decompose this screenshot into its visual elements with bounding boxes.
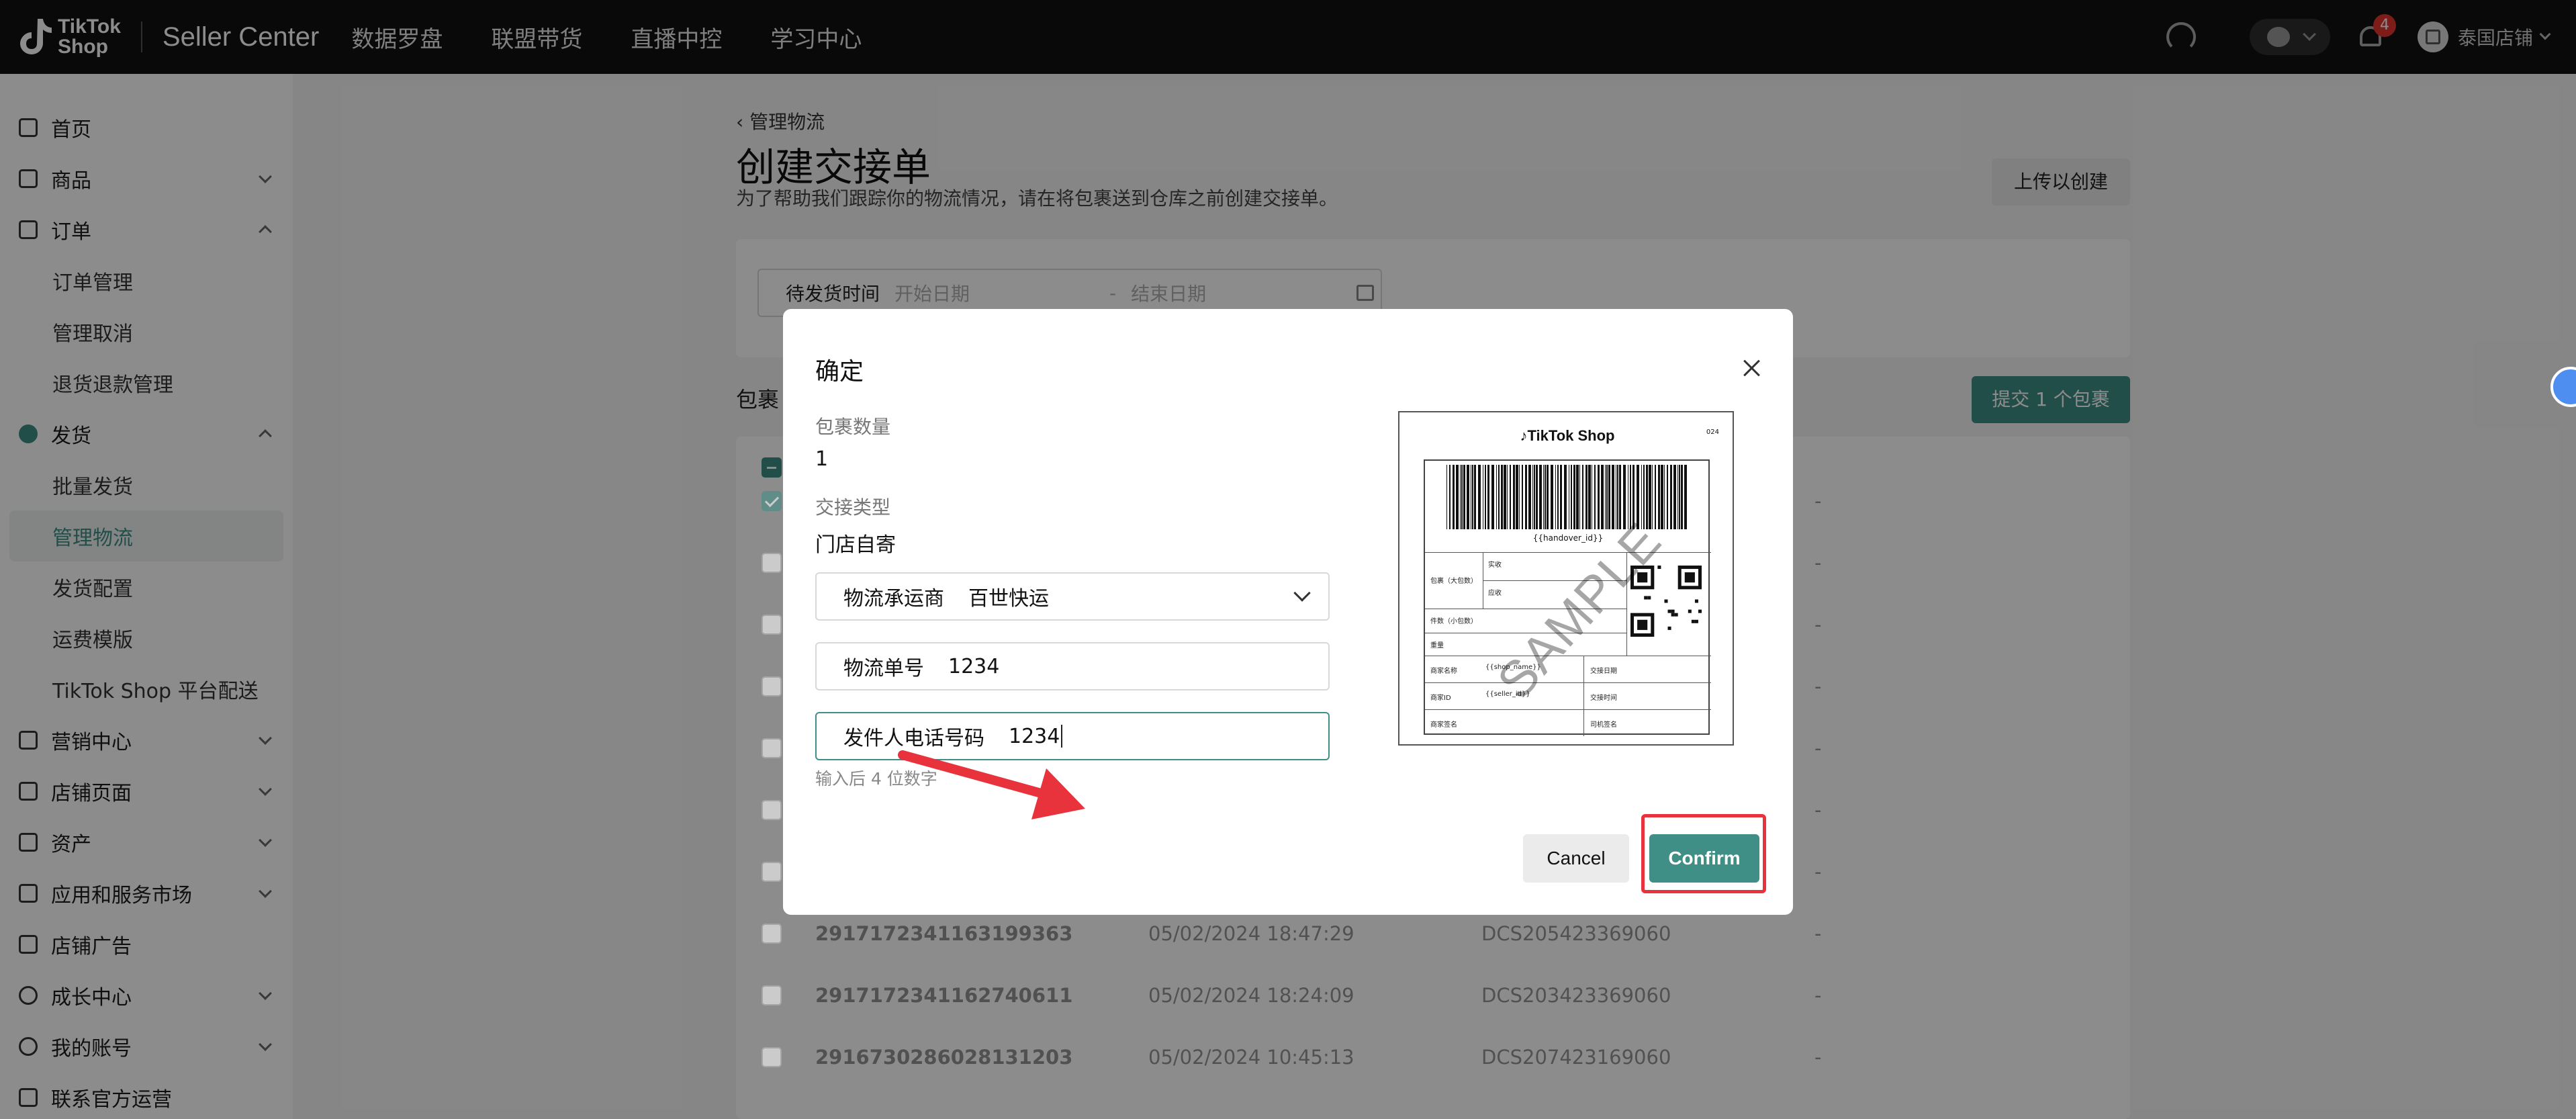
extra-info: - xyxy=(1814,922,1822,945)
sender-phone-label: 发件人电话号码 xyxy=(843,727,984,750)
row-checkbox[interactable] xyxy=(762,738,782,758)
sender-phone-value: 1234 xyxy=(1009,724,1060,748)
carrier-label: 物流承运商 xyxy=(843,587,944,611)
phone-hint: 输入后 4 位数字 xyxy=(815,769,937,789)
carrier-value: 百世快运 xyxy=(968,587,1049,611)
extra-info: - xyxy=(1814,490,1822,512)
table-row[interactable]: 2916730286028131203 05/02/2024 10:45:13 DC… xyxy=(736,1026,2130,1088)
row-checkbox[interactable] xyxy=(762,800,782,820)
confirm-button[interactable]: Confirm xyxy=(1649,834,1759,883)
package-id: 2917172341163199363 xyxy=(815,922,1073,945)
close-icon[interactable] xyxy=(1741,357,1762,379)
row-checkbox[interactable] xyxy=(762,985,782,1005)
tracking-number: DCS203423369060 xyxy=(1481,984,1671,1007)
annotation-arrow xyxy=(898,750,1085,819)
confirm-handover-dialog: 确定 包裹数量 1 交接类型 门店自寄 物流承运商 百世快运 物流单号 1234… xyxy=(783,309,1793,915)
extra-info: - xyxy=(1814,799,1822,821)
row-checkbox[interactable] xyxy=(762,676,782,697)
row-checkbox[interactable] xyxy=(762,553,782,573)
text-caret xyxy=(1061,725,1063,748)
package-count-label: 包裹数量 xyxy=(815,416,891,438)
barcode-bar xyxy=(1446,465,1447,529)
extra-info: - xyxy=(1814,613,1822,636)
extra-info: - xyxy=(1814,984,1822,1007)
tracking-number-field[interactable]: 物流单号 1234 xyxy=(815,642,1330,690)
handover-type-label: 交接类型 xyxy=(815,496,891,519)
row-checkbox[interactable] xyxy=(762,1047,782,1067)
tiktok-note-icon: ♪ xyxy=(1520,427,1528,444)
label-code: 024 xyxy=(1706,429,1719,436)
package-id: 2917172341162740611 xyxy=(815,984,1073,1007)
ship-time: 05/02/2024 10:45:13 xyxy=(1148,1046,1354,1069)
row-checkbox[interactable] xyxy=(762,491,782,511)
row-checkbox[interactable] xyxy=(762,862,782,882)
label-row-seller-id: 商家ID xyxy=(1430,695,1451,702)
dialog-title: 确定 xyxy=(815,358,864,386)
ship-time: 05/02/2024 18:24:09 xyxy=(1148,984,1354,1007)
tracking-value: 1234 xyxy=(948,654,1000,678)
package-id: 2916730286028131203 xyxy=(815,1046,1073,1069)
extra-info: - xyxy=(1814,737,1822,760)
extra-info: - xyxy=(1814,860,1822,883)
label-row-weight: 重量 xyxy=(1430,642,1444,650)
handover-type-value: 门店自寄 xyxy=(815,533,896,557)
tracking-label: 物流单号 xyxy=(843,657,924,680)
cancel-button[interactable]: Cancel xyxy=(1523,834,1629,883)
table-row[interactable]: 2917172341162740611 05/02/2024 18:24:09 DC… xyxy=(736,965,2130,1026)
extra-info: - xyxy=(1814,675,1822,698)
extra-info: - xyxy=(1814,551,1822,574)
extra-info: - xyxy=(1814,1046,1822,1069)
row-checkbox[interactable] xyxy=(762,924,782,944)
sender-phone-field[interactable]: 发件人电话号码 1234 xyxy=(815,712,1330,760)
tracking-number: DCS205423369060 xyxy=(1481,922,1671,945)
row-checkbox[interactable] xyxy=(762,615,782,635)
label-brand-text: TikTok Shop xyxy=(1527,427,1615,444)
chevron-down-icon xyxy=(1293,584,1311,602)
label-brand: ♪TikTok Shop xyxy=(1399,427,1735,445)
carrier-select[interactable]: 物流承运商 百世快运 xyxy=(815,572,1330,621)
tracking-number: DCS207423169060 xyxy=(1481,1046,1671,1069)
package-count-value: 1 xyxy=(815,447,829,471)
label-row-driver-sign: 司机签名 xyxy=(1590,721,1617,729)
label-row-handover-time: 交接时间 xyxy=(1590,695,1617,702)
barcode-bar xyxy=(1449,465,1451,529)
label-row-seller-sign: 商家签名 xyxy=(1430,721,1457,729)
ship-time: 05/02/2024 18:47:29 xyxy=(1148,922,1354,945)
label-row-shop-name: 商家名称 xyxy=(1430,668,1457,675)
